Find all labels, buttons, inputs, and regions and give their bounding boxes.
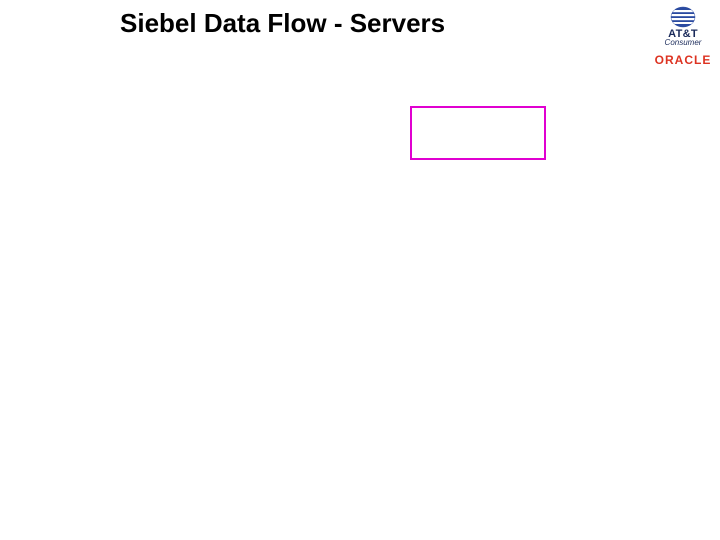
att-globe-icon bbox=[670, 6, 696, 28]
diagram-box bbox=[410, 106, 546, 160]
slide: Siebel Data Flow - Servers AT&T Consumer… bbox=[0, 0, 720, 540]
att-logo-sub: Consumer bbox=[665, 39, 702, 47]
logo-group: AT&T Consumer ORACLE bbox=[648, 6, 718, 67]
page-title: Siebel Data Flow - Servers bbox=[120, 8, 445, 39]
oracle-logo: ORACLE bbox=[655, 53, 712, 67]
att-logo: AT&T Consumer bbox=[665, 6, 702, 47]
